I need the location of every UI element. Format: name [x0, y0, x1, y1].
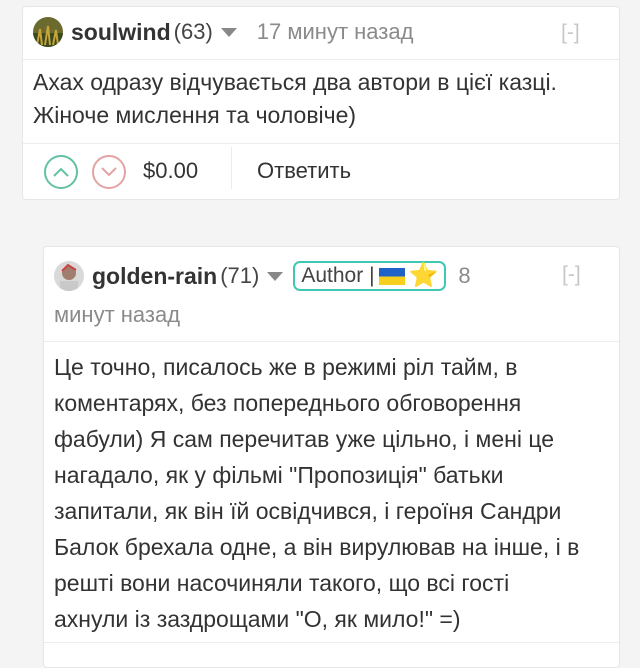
comment-card: soulwind (63) 17 минут назад [-] Ахах од… — [22, 6, 620, 200]
comment-line: ахнули із заздрощами "О, як мило!" =) — [54, 606, 461, 632]
comment-line: Це точно, писалось же в режимі ріл тайм,… — [54, 354, 518, 380]
divider — [44, 642, 619, 643]
ukraine-flag-icon — [378, 267, 405, 285]
star-icon: ⭐ — [408, 262, 439, 289]
comment-header: golden-rain (71) Author | ⭐ 8 — [54, 261, 471, 291]
comment-body: Ахах одразу відчувається два автори в ці… — [33, 66, 557, 132]
timestamp[interactable]: 17 минут назад — [257, 19, 414, 45]
divider — [23, 59, 619, 60]
comment-line: Балок брехала одне, а він вирулював на і… — [54, 534, 580, 560]
timestamp-continued[interactable]: минут назад — [54, 302, 180, 328]
avatar[interactable] — [33, 17, 63, 47]
comment-card: golden-rain (71) Author | ⭐ 8 [-] минут … — [43, 246, 620, 668]
payout-value[interactable]: $0.00 — [143, 158, 198, 184]
divider — [44, 341, 619, 342]
username[interactable]: soulwind — [71, 19, 171, 46]
comment-line: запитали, як він їй освідчився, і героїн… — [54, 498, 562, 524]
author-badge: Author | ⭐ — [293, 261, 447, 291]
comment-line: Ахах одразу відчувається два автори в ці… — [33, 69, 557, 95]
comment-line: Жіноче мислення та чоловіче) — [33, 102, 357, 128]
collapse-toggle[interactable]: [-] — [562, 263, 581, 287]
chevron-down-icon[interactable] — [267, 271, 284, 281]
reputation: (63) — [173, 19, 213, 44]
comment-line: фабули) Я сам перечитав уже цільно, і ме… — [54, 426, 555, 452]
avatar[interactable] — [54, 261, 84, 291]
reply-button[interactable]: Ответить — [257, 158, 351, 184]
collapse-toggle[interactable]: [-] — [561, 21, 580, 45]
comment-line: нагадало, як у фільмі "Пропозиція" батьк… — [54, 462, 504, 488]
comment-body: Це точно, писалось же в режимі ріл тайм,… — [54, 349, 579, 637]
reputation: (71) — [220, 263, 260, 288]
chevron-down-icon — [101, 167, 117, 177]
divider — [23, 143, 619, 144]
username[interactable]: golden-rain — [92, 263, 217, 290]
divider — [231, 147, 232, 189]
comment-line: коментарях, без попереднього обговорення — [54, 390, 522, 416]
comment-line: решті вони насочиняли такого, що всі гос… — [54, 570, 510, 596]
badge-label: Author | — [301, 264, 375, 287]
comment-header: soulwind (63) 17 минут назад — [33, 17, 413, 47]
upvote-button[interactable] — [44, 155, 78, 189]
chevron-down-icon[interactable] — [220, 27, 237, 37]
timestamp[interactable]: 8 — [458, 263, 470, 289]
chevron-up-icon — [53, 167, 69, 177]
downvote-button[interactable] — [92, 155, 126, 189]
